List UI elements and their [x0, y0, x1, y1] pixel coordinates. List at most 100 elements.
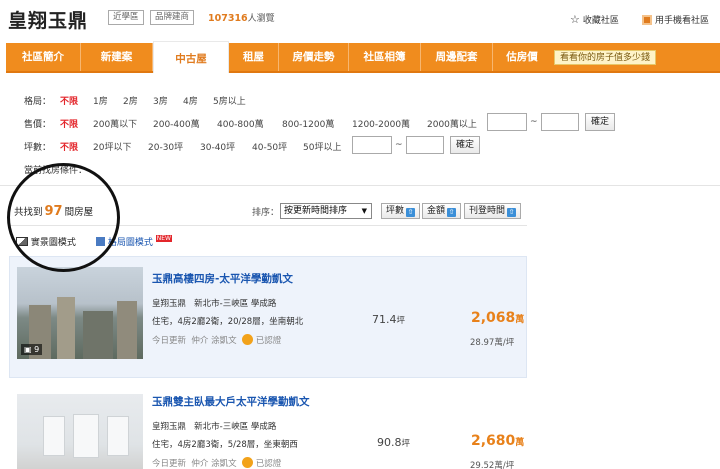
price-confirm-button[interactable]: 確定 — [585, 113, 615, 131]
tab-nearby[interactable]: 周邊配套 — [421, 43, 493, 71]
listing-card[interactable]: ▣ 9 玉鼎高樓四房-太平洋學勤凱文 皇翔玉鼎 新北市-三峽區 學成路 住宅，4… — [9, 256, 527, 378]
listing-area-value: 90.8 — [377, 436, 402, 449]
size-option-any[interactable]: 不限 — [60, 140, 78, 153]
listing-community: 皇翔玉鼎 — [152, 299, 187, 309]
mobile-link[interactable]: 用手機看社區 — [642, 13, 709, 26]
listing-area: 90.8坪 — [377, 436, 410, 449]
sort-label: 排序： — [252, 208, 280, 218]
listing-agent[interactable]: 仲介 涂凱文 — [191, 459, 236, 469]
listing-unit-price: 29.52萬/坪 — [470, 461, 515, 469]
sort-by-size-button[interactable]: 坪數 ⇧ — [381, 203, 421, 219]
size-option-2[interactable]: 20-30坪 — [148, 140, 183, 153]
size-label: 坪數： — [24, 143, 52, 153]
listing-address: 新北市-三峽區 學成路 — [194, 422, 277, 432]
listing-title[interactable]: 玉鼎雙主臥最大戶太平洋學勤凱文 — [152, 394, 310, 409]
sort-up-icon: ⇧ — [507, 208, 517, 217]
size-option-3[interactable]: 30-40坪 — [200, 140, 235, 153]
favorite-link[interactable]: ☆ 收藏社區 — [570, 13, 619, 26]
listing-address: 新北市-三峽區 學成路 — [194, 299, 277, 309]
size-max-input[interactable] — [406, 136, 444, 154]
view-count-number: 107316 — [208, 13, 248, 24]
photo-count-badge: ▣ 9 — [21, 344, 43, 355]
tab-community-intro[interactable]: 社區簡介 — [6, 43, 81, 71]
tab-rental[interactable]: 租屋 — [229, 43, 279, 71]
qr-icon — [642, 14, 652, 25]
listing-detail: 住宅，4房2廳3衛，5/28層，坐東朝西 — [152, 440, 298, 450]
layout-option-any[interactable]: 不限 — [60, 94, 78, 107]
size-confirm-button[interactable]: 確定 — [450, 136, 480, 154]
size-option-4[interactable]: 40-50坪 — [252, 140, 287, 153]
listing-verified: 已認證 — [255, 336, 282, 346]
listing-photo[interactable] — [17, 394, 143, 469]
tab-price-trend[interactable]: 房價走勢 — [279, 43, 349, 71]
annotation-circle — [7, 163, 120, 272]
tab-new-projects[interactable]: 新建案 — [81, 43, 153, 71]
listing-meta: 今日更新 仲介 涂凱文 已認證 — [152, 457, 281, 469]
price-range-tilde: ~ — [530, 117, 538, 127]
star-icon: ☆ — [570, 13, 580, 26]
listing-location: 皇翔玉鼎 新北市-三峽區 學成路 — [152, 297, 276, 309]
new-badge: NEW — [155, 235, 172, 242]
listing-updated: 今日更新 — [152, 459, 187, 469]
size-range-tilde: ~ — [395, 140, 403, 150]
price-max-input[interactable] — [541, 113, 579, 131]
listing-title[interactable]: 玉鼎高樓四房-太平洋學勤凱文 — [152, 271, 293, 286]
sort-select[interactable]: 按更新時間排序 ▼ — [280, 203, 372, 219]
size-option-1[interactable]: 20坪以下 — [93, 140, 131, 153]
listing-area-value: 71.4 — [372, 313, 397, 326]
listing-area: 71.4坪 — [372, 313, 405, 326]
verified-icon — [242, 334, 254, 345]
listing-price-value: 2,680 — [471, 433, 516, 449]
listing-price-unit: 萬 — [515, 315, 525, 325]
size-option-5[interactable]: 50坪以上 — [303, 140, 341, 153]
price-option-5[interactable]: 1200-2000萬 — [352, 117, 410, 130]
sort-select-value: 按更新時間排序 — [284, 206, 348, 216]
listing-price: 2,068萬 — [471, 310, 524, 326]
price-min-input[interactable] — [487, 113, 527, 131]
dropdown-arrow-icon: ▼ — [361, 207, 367, 215]
layout-option-4[interactable]: 4房 — [183, 94, 198, 107]
layout-label: 格局： — [24, 97, 52, 107]
price-option-2[interactable]: 200-400萬 — [153, 117, 200, 130]
sort-up-icon: ⇧ — [447, 208, 457, 217]
view-count-suffix: 人瀏覽 — [247, 14, 275, 24]
verified-icon — [242, 457, 254, 468]
size-min-input[interactable] — [352, 136, 392, 154]
view-count: 107316人瀏覽 — [208, 11, 275, 24]
listing-photo[interactable]: ▣ 9 — [17, 267, 143, 359]
listing-area-unit: 坪 — [401, 439, 411, 449]
tab-resale[interactable]: 中古屋 — [153, 41, 229, 73]
sort-by-price-button[interactable]: 金額 ⇧ — [422, 203, 462, 219]
mobile-label: 用手機看社區 — [655, 16, 710, 26]
price-label: 售價： — [24, 120, 52, 130]
sort-by-size-label: 坪數 — [386, 206, 405, 216]
listing-unit-price: 28.97萬/坪 — [470, 338, 515, 348]
listing-price-value: 2,068 — [471, 310, 516, 326]
tab-valuation[interactable]: 估房價 — [493, 43, 551, 71]
listing-agent[interactable]: 仲介 涂凱文 — [191, 336, 236, 346]
listing-detail: 住宅，4房2廳2衛，20/28層，坐南朝北 — [152, 317, 304, 327]
community-title: 皇翔玉鼎 — [8, 10, 89, 32]
listing-verified: 已認證 — [255, 459, 282, 469]
layout-option-1[interactable]: 1房 — [93, 94, 108, 107]
price-option-3[interactable]: 400-800萬 — [217, 117, 264, 130]
photo-count: 9 — [34, 345, 40, 354]
sort-by-price-label: 金額 — [427, 206, 446, 216]
valuation-promo[interactable]: 看看你的房子值多少錢 — [554, 50, 657, 65]
tag-school[interactable]: 近學區 — [108, 10, 144, 25]
listing-community: 皇翔玉鼎 — [152, 422, 187, 432]
main-nav: 社區簡介 新建案 中古屋 租屋 房價走勢 社區相簿 周邊配套 估房價 看看你的房… — [6, 41, 720, 73]
listing-meta: 今日更新 仲介 涂凱文 已認證 — [152, 334, 281, 346]
tab-album[interactable]: 社區相簿 — [349, 43, 421, 71]
layout-option-3[interactable]: 3房 — [153, 94, 168, 107]
listing-card[interactable]: 玉鼎雙主臥最大戶太平洋學勤凱文 皇翔玉鼎 新北市-三峽區 學成路 住宅，4房2廳… — [9, 385, 527, 469]
layout-option-2[interactable]: 2房 — [123, 94, 138, 107]
price-option-6[interactable]: 2000萬以上 — [427, 117, 477, 130]
sort-by-date-button[interactable]: 刊登時間 ⇧ — [464, 203, 522, 219]
price-option-any[interactable]: 不限 — [60, 117, 78, 130]
layout-option-5plus[interactable]: 5房以上 — [213, 94, 246, 107]
tag-brand[interactable]: 品牌建商 — [150, 10, 195, 25]
favorite-label: 收藏社區 — [582, 16, 619, 26]
price-option-1[interactable]: 200萬以下 — [93, 117, 137, 130]
price-option-4[interactable]: 800-1200萬 — [282, 117, 334, 130]
